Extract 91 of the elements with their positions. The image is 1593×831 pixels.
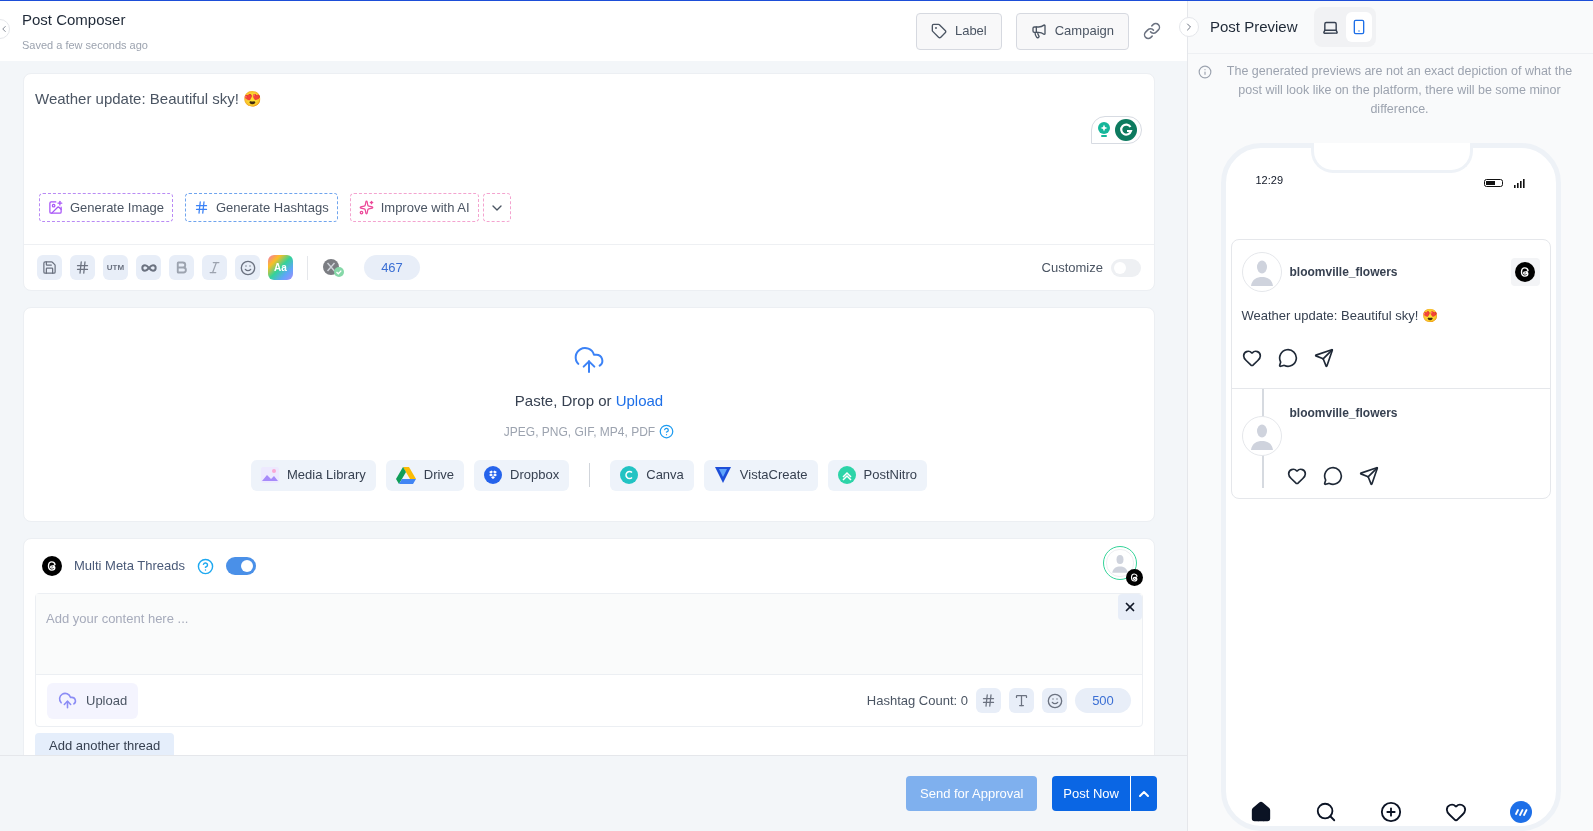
- help-icon[interactable]: [659, 424, 675, 439]
- phone-clock: 12:29: [1255, 172, 1284, 188]
- bold-icon: [174, 260, 189, 275]
- campaign-button[interactable]: Campaign: [1015, 12, 1129, 50]
- grammarly-widget[interactable]: [1091, 116, 1142, 144]
- media-source-button[interactable]: VistaCreate: [703, 459, 818, 491]
- post-text-field[interactable]: Weather update: Beautiful sky! 😍: [35, 90, 263, 107]
- heart-icon[interactable]: [1444, 801, 1467, 823]
- threads-badge-icon: [1126, 569, 1143, 586]
- hashtag-button[interactable]: [70, 255, 95, 280]
- dropbox-icon: [484, 466, 503, 484]
- comment-icon[interactable]: [1322, 465, 1343, 486]
- ai-action-button[interactable]: Generate Hashtags: [184, 193, 338, 222]
- username: bloomville_flowers: [1289, 264, 1398, 281]
- text-icon: [1014, 693, 1029, 708]
- megaphone-icon: [1030, 23, 1047, 39]
- upload-link[interactable]: Upload: [615, 392, 664, 409]
- italic-button[interactable]: [202, 255, 227, 280]
- search-icon[interactable]: [1314, 801, 1337, 823]
- file-formats: JPEG, PNG, GIF, MP4, PDF: [503, 423, 656, 441]
- canva-icon: [620, 466, 639, 484]
- mobile-view-tab[interactable]: [1345, 12, 1372, 42]
- media-source-button[interactable]: PostNitro: [827, 459, 927, 491]
- emoji-button[interactable]: [1042, 688, 1067, 713]
- threads-toggle[interactable]: [226, 557, 257, 575]
- x-account-check-icon[interactable]: [322, 257, 346, 278]
- media-source-button[interactable]: Canva: [610, 459, 694, 491]
- help-icon[interactable]: [197, 557, 215, 575]
- cloud-upload-icon: [573, 344, 605, 376]
- ai-action-button[interactable]: Improve with AI: [349, 193, 479, 222]
- home-icon[interactable]: [1249, 801, 1272, 823]
- send-icon[interactable]: [1358, 465, 1379, 486]
- character-count: 467: [364, 255, 420, 280]
- hashtag-count: Hashtag Count: 0: [866, 691, 968, 710]
- post-options-button[interactable]: [1130, 776, 1157, 811]
- grammarly-g-icon: [1115, 119, 1137, 141]
- v-logo-icon: [713, 466, 732, 484]
- sparkles-icon: [358, 200, 374, 215]
- save-status: Saved a few seconds ago: [22, 38, 148, 53]
- send-icon[interactable]: [1313, 347, 1334, 368]
- triangle-drive-icon: [395, 466, 416, 484]
- avatar-icon: [1106, 549, 1134, 577]
- threads-logo-icon: [42, 556, 62, 576]
- character-count: 500: [1075, 688, 1131, 713]
- preview-title: Post Preview: [1210, 16, 1298, 37]
- postnitro-icon: [837, 466, 856, 484]
- profile-slashes-icon[interactable]: [1509, 801, 1532, 823]
- italic-icon: [207, 260, 222, 275]
- hashtag-sparkle-icon: [193, 200, 209, 215]
- hashtag-icon: [981, 693, 996, 708]
- text-format-button[interactable]: [1009, 688, 1034, 713]
- link-icon[interactable]: [1143, 22, 1161, 40]
- page-title: Post Composer: [22, 9, 127, 30]
- battery-signal-icon: [1483, 178, 1526, 188]
- threads-logo-icon: [1515, 262, 1535, 282]
- heart-icon[interactable]: [1241, 347, 1262, 368]
- preview-notice: The generated previews are not an exact depiction of what the post will look like on the platform, there will be some minor difference.: [1225, 63, 1574, 118]
- tag-icon: [930, 23, 947, 39]
- thread-title: Multi Meta Threads: [74, 557, 186, 576]
- smiley-icon: [239, 259, 256, 276]
- media-source-button[interactable]: Media Library: [251, 459, 376, 491]
- smiley-icon: [1046, 692, 1063, 709]
- hashtag-button[interactable]: [976, 688, 1001, 713]
- bold-button[interactable]: [169, 255, 194, 280]
- save-button[interactable]: [37, 255, 62, 280]
- customize-label: Customize: [1041, 258, 1103, 277]
- cloud-upload-icon: [58, 691, 77, 710]
- image-plus-icon: [48, 200, 63, 215]
- lightbulb-icon: [1096, 121, 1112, 139]
- comment-icon[interactable]: [1277, 347, 1298, 368]
- shortener-button[interactable]: [136, 255, 161, 280]
- upload-prompt: Paste, Drop or Upload: [514, 391, 664, 411]
- close-button[interactable]: [1118, 594, 1142, 620]
- chevron-left-icon: [0, 23, 9, 35]
- post-now-button[interactable]: Post Now: [1052, 776, 1130, 811]
- media-source-button[interactable]: Drive: [385, 459, 465, 491]
- close-icon: [1123, 600, 1137, 614]
- post-text: Weather update: Beautiful sky! 😍: [1241, 307, 1439, 325]
- media-source-button[interactable]: Dropbox: [474, 459, 570, 491]
- label-button[interactable]: Label: [915, 12, 1002, 50]
- avatar-icon: [1241, 252, 1282, 292]
- ai-action-button[interactable]: Generate Image: [39, 193, 173, 222]
- info-icon: [1198, 65, 1212, 79]
- hashtag-icon: [75, 260, 90, 275]
- plus-circle-icon[interactable]: [1379, 801, 1402, 823]
- landscape-icon: [261, 467, 279, 483]
- heart-icon[interactable]: [1286, 465, 1307, 486]
- username: bloomville_flowers: [1289, 404, 1398, 422]
- utm-button[interactable]: UTM: [103, 255, 128, 280]
- upload-button[interactable]: Upload: [47, 682, 139, 719]
- emoji-button[interactable]: [235, 255, 260, 280]
